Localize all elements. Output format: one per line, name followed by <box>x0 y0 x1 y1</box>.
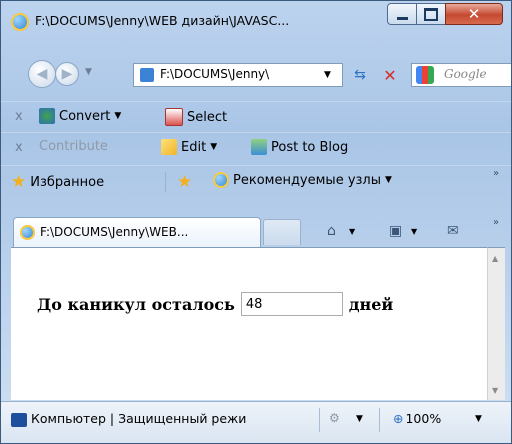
address-bar[interactable]: F:\DOCUMS\Jenny\ ▼ <box>133 63 343 87</box>
recent-pages-dropdown[interactable]: ▼ <box>85 67 92 77</box>
new-tab-button[interactable] <box>263 219 301 245</box>
blog-toolbar: x Contribute Edit ▼ Post to Blog <box>1 132 511 163</box>
close-toolbar-button[interactable]: x <box>15 109 23 124</box>
browser-window: F:\DOCUMS\Jenny\WEB дизайн\JAVASC... ✕ ◀… <box>0 0 512 444</box>
status-zone-text: Компьютер | Защищенный режи <box>31 411 247 426</box>
stop-icon: ✕ <box>383 65 397 85</box>
zoom-control[interactable]: ⊕ 100% <box>393 411 441 426</box>
forward-arrow-icon: ▶ <box>61 66 73 82</box>
page-icon <box>140 68 154 82</box>
commandbar-overflow-chevron-icon[interactable]: » <box>493 217 499 228</box>
back-arrow-icon: ◀ <box>36 66 48 82</box>
ie-icon <box>20 225 35 240</box>
forward-button[interactable]: ▶ <box>55 62 79 86</box>
zoom-dropdown-icon[interactable]: ▼ <box>475 414 482 424</box>
ie-icon <box>213 172 229 188</box>
protected-mode-dropdown-icon[interactable]: ▼ <box>356 414 363 424</box>
post-to-blog-label: Post to Blog <box>271 139 349 155</box>
countdown-suffix: дней <box>348 294 394 314</box>
address-field[interactable]: F:\DOCUMS\Jenny\ <box>160 67 269 81</box>
home-icon[interactable]: ⌂ <box>327 223 336 239</box>
zoom-icon: ⊕ <box>393 411 404 426</box>
back-button[interactable]: ◀ <box>28 60 56 88</box>
suggested-sites-button[interactable]: Рекомендуемые узлы ▼ <box>213 172 392 188</box>
close-icon: ✕ <box>467 4 481 23</box>
home-dropdown-icon[interactable]: ▼ <box>349 227 355 236</box>
convert-icon <box>39 108 55 124</box>
feeds-dropdown-icon[interactable]: ▼ <box>411 227 417 236</box>
favorites-button[interactable]: ★ Избранное <box>11 172 104 192</box>
add-favorites-icon: ★ <box>177 172 193 192</box>
post-to-blog-icon <box>251 139 267 155</box>
countdown-sentence: До каникул осталось дней <box>37 292 393 316</box>
edit-icon <box>161 139 177 155</box>
mail-icon[interactable]: ✉ <box>447 223 459 239</box>
favorites-star-icon: ★ <box>11 172 27 192</box>
edit-button[interactable]: Edit ▼ <box>161 139 217 155</box>
vertical-scrollbar[interactable]: ▲ ▼ <box>487 247 505 400</box>
separator <box>379 408 380 432</box>
refresh-icon: ⇆ <box>354 67 366 83</box>
favorites-bar: ★ Избранное ★ Рекомендуемые узлы ▼ » <box>1 165 511 196</box>
convert-button[interactable]: Convert ▼ <box>39 108 121 124</box>
convert-dropdown-icon[interactable]: ▼ <box>114 111 121 121</box>
days-remaining-field[interactable] <box>240 292 343 316</box>
internet-explorer-icon <box>11 13 29 31</box>
countdown-prefix: До каникул осталось <box>37 294 235 314</box>
edit-label: Edit <box>181 139 207 155</box>
edit-dropdown-icon[interactable]: ▼ <box>210 142 217 152</box>
search-box[interactable]: Google <box>411 63 511 87</box>
post-to-blog-button[interactable]: Post to Blog <box>251 139 348 155</box>
navigation-bar: ◀ ▶ ▼ F:\DOCUMS\Jenny\ ▼ ⇆ ✕ Google <box>1 45 511 97</box>
page-content: До каникул осталось дней <box>11 247 487 400</box>
window-title: F:\DOCUMS\Jenny\WEB дизайн\JAVASC... <box>35 13 290 28</box>
select-button[interactable]: Select <box>165 108 227 126</box>
minimize-icon <box>396 16 408 20</box>
stop-button[interactable]: ✕ <box>377 63 403 87</box>
tab-row: F:\DOCUMS\Jenny\WEB... ⌂ ▼ ▣ ▼ ✉ » <box>1 211 511 247</box>
select-label: Select <box>187 109 228 125</box>
maximize-icon <box>424 7 438 21</box>
separator <box>319 408 320 432</box>
scroll-down-icon[interactable]: ▼ <box>492 386 498 395</box>
favorites-overflow-chevron-icon[interactable]: » <box>493 168 499 179</box>
close-toolbar-button[interactable]: x <box>15 140 23 155</box>
protected-mode-icon[interactable]: ⚙ <box>329 411 340 425</box>
contribute-button[interactable]: Contribute <box>39 139 108 154</box>
address-dropdown-icon[interactable]: ▼ <box>324 70 331 80</box>
zoom-level: 100% <box>405 411 442 426</box>
separator <box>165 172 166 192</box>
feeds-icon[interactable]: ▣ <box>389 223 402 239</box>
computer-zone-icon <box>11 413 27 427</box>
favorites-label: Избранное <box>30 174 105 190</box>
status-bar: Компьютер | Защищенный режи ⚙ ▼ ⊕ 100% ▼ <box>1 401 511 443</box>
close-button[interactable]: ✕ <box>445 3 503 25</box>
suggested-sites-label: Рекомендуемые узлы <box>233 172 382 188</box>
tab-current[interactable]: F:\DOCUMS\Jenny\WEB... <box>13 217 261 247</box>
add-to-favorites-button[interactable]: ★ <box>177 172 192 192</box>
convert-toolbar: x Convert ▼ Select <box>1 101 511 132</box>
select-icon <box>165 108 183 126</box>
minimize-button[interactable] <box>387 3 417 25</box>
search-input[interactable]: Google <box>444 67 487 81</box>
convert-label: Convert <box>59 108 111 124</box>
maximize-button[interactable] <box>416 3 446 25</box>
tab-label: F:\DOCUMS\Jenny\WEB... <box>40 225 189 239</box>
suggested-dropdown-icon[interactable]: ▼ <box>385 175 392 185</box>
title-bar: F:\DOCUMS\Jenny\WEB дизайн\JAVASC... ✕ <box>1 1 511 43</box>
scroll-up-icon[interactable]: ▲ <box>492 254 498 263</box>
refresh-button[interactable]: ⇆ <box>347 63 373 87</box>
google-icon <box>416 66 434 84</box>
